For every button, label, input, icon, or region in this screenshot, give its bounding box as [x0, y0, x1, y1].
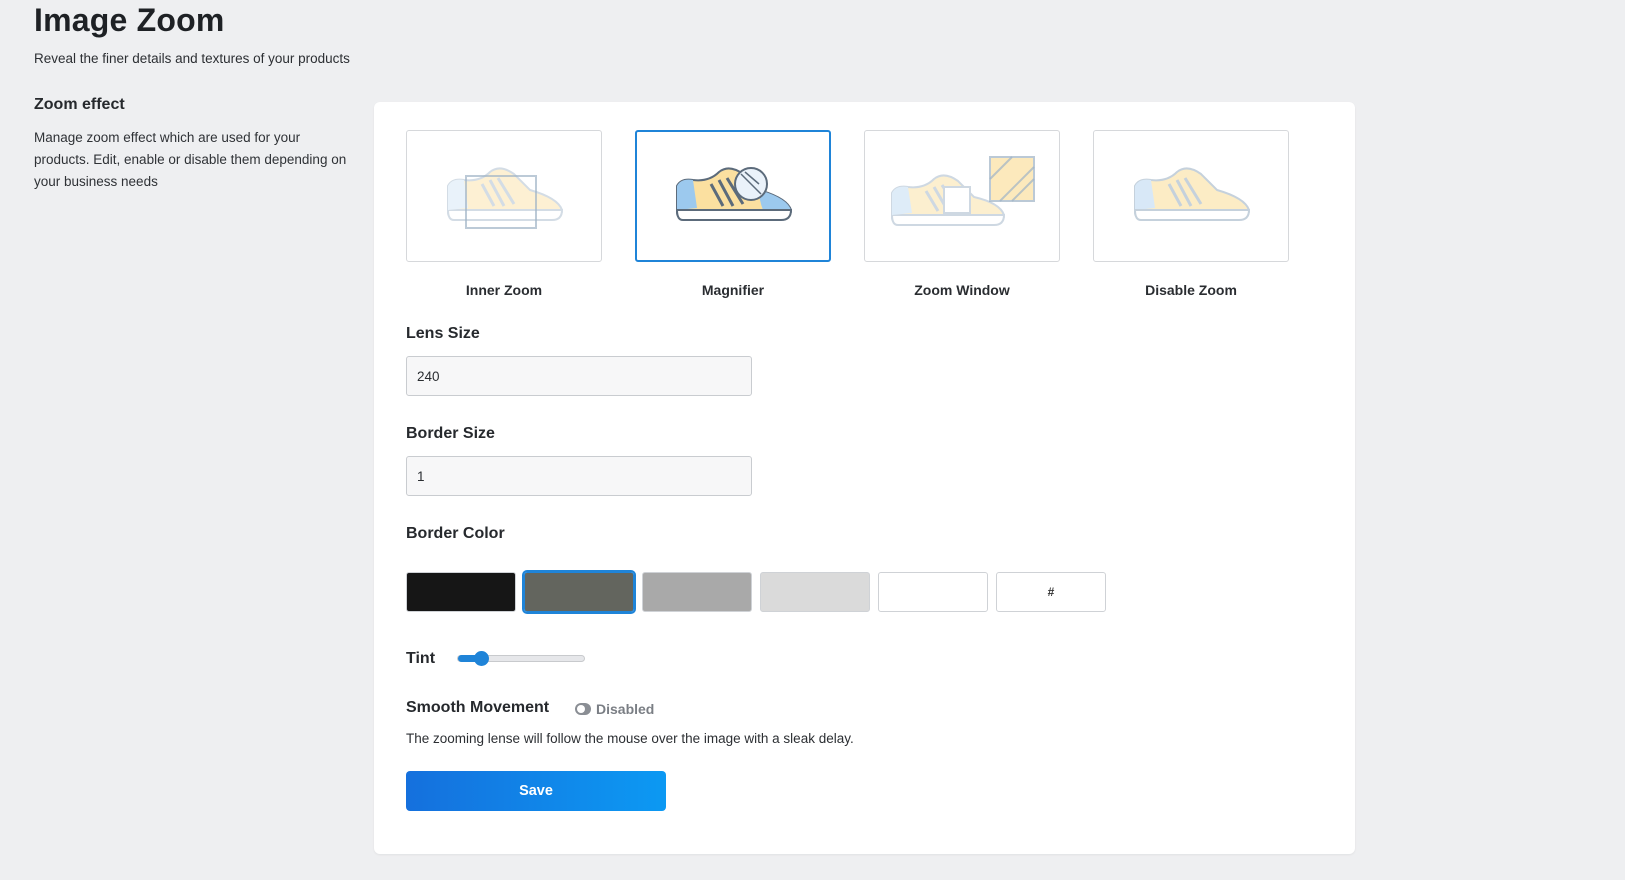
shoe-magnifier-icon: [675, 167, 793, 221]
page-subtitle: Reveal the finer details and textures of…: [34, 51, 350, 66]
effect-option-disable-zoom[interactable]: Disable Zoom: [1093, 130, 1289, 298]
color-swatch-white[interactable]: [878, 572, 988, 612]
effect-preview[interactable]: [635, 130, 831, 262]
tint-slider[interactable]: [457, 651, 585, 666]
smooth-movement-label: Smooth Movement: [406, 699, 550, 716]
zoom-effect-options: Inner Zoom Magnifier Zoom Window Disable…: [406, 130, 1289, 298]
effect-option-zoom-window[interactable]: Zoom Window: [864, 130, 1060, 298]
toggle-knob: [577, 705, 585, 713]
effect-option-inner-zoom[interactable]: Inner Zoom: [406, 130, 602, 298]
settings-card: Inner Zoom Magnifier Zoom Window Disable…: [374, 102, 1355, 854]
section-title: Zoom effect: [34, 96, 125, 113]
smooth-movement-state: Disabled: [596, 701, 655, 717]
border-size-label: Border Size: [406, 425, 495, 442]
effect-preview[interactable]: [406, 130, 602, 262]
effect-preview[interactable]: [864, 130, 1060, 262]
smooth-movement-toggle[interactable]: [575, 703, 591, 715]
tint-slider-thumb[interactable]: [473, 651, 489, 666]
shoe-disable-zoom-icon: [1133, 167, 1251, 221]
effect-label: Inner Zoom: [465, 282, 543, 298]
color-swatch-dark-gray[interactable]: [522, 570, 636, 614]
custom-color-button[interactable]: #: [996, 572, 1106, 612]
effect-label: Zoom Window: [914, 282, 1010, 298]
lens-size-label: Lens Size: [406, 325, 480, 342]
color-swatch-light-gray[interactable]: [760, 572, 870, 612]
color-swatch-black[interactable]: [406, 572, 516, 612]
tint-label: Tint: [406, 650, 436, 667]
section-description: Manage zoom effect which are used for yo…: [34, 130, 347, 189]
color-swatch-gray[interactable]: [642, 572, 752, 612]
effect-option-magnifier[interactable]: Magnifier: [635, 130, 831, 298]
border-color-swatches: #: [406, 570, 1106, 614]
effect-label: Magnifier: [701, 282, 765, 298]
effect-preview[interactable]: [1093, 130, 1289, 262]
save-button[interactable]: Save: [406, 771, 666, 811]
border-color-label: Border Color: [406, 525, 505, 542]
border-size-input[interactable]: [406, 456, 752, 496]
shoe-inner-zoom-icon: [446, 167, 564, 229]
shoe-zoom-window-icon: [890, 156, 1035, 226]
effect-label: Disable Zoom: [1145, 282, 1237, 298]
smooth-movement-description: The zooming lense will follow the mouse …: [406, 731, 854, 746]
lens-size-input[interactable]: [406, 356, 752, 396]
page-title: Image Zoom: [34, 2, 225, 38]
